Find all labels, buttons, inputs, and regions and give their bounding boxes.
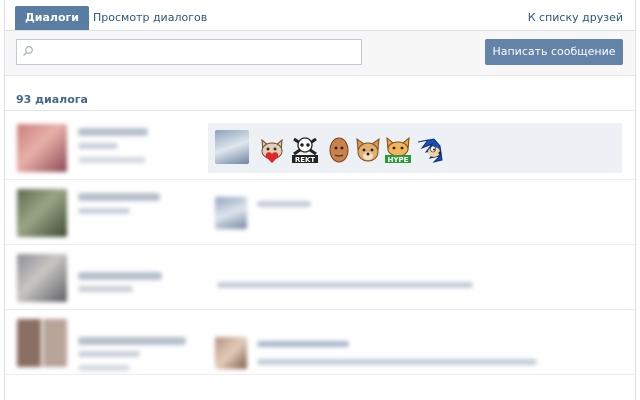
doge-emoji: [356, 137, 380, 162]
dialog-time: [78, 365, 130, 371]
sonic-emoji: [417, 138, 443, 163]
chat-title: [78, 337, 186, 345]
tab-dialogs[interactable]: Диалоги: [15, 6, 89, 30]
cat-love-emoji: [261, 138, 283, 163]
avatar: [17, 124, 67, 172]
svg-text:REKT: REKT: [295, 156, 316, 164]
search-input[interactable]: [39, 43, 354, 61]
write-message-button[interactable]: Написать сообщение: [485, 39, 623, 65]
friends-list-link[interactable]: К списку друзей: [528, 6, 623, 30]
search-icon: [22, 46, 33, 57]
dialogs-panel: Диалоги Просмотр диалогов К списку друзе…: [4, 0, 636, 400]
dialog-count: 93 диалога: [16, 93, 88, 106]
message-preview-text: [217, 282, 473, 288]
message-preview-text: [257, 201, 311, 207]
sender-avatar: [215, 337, 247, 369]
dialog-time: [78, 208, 130, 214]
rekt-skull-emoji: REKT: [292, 137, 318, 164]
sender-avatar: [215, 130, 249, 164]
dialog-row[interactable]: [5, 311, 635, 375]
tab-bar: Диалоги Просмотр диалогов К списку друзе…: [5, 0, 635, 31]
toolbar: Написать сообщение: [5, 31, 635, 76]
sender-avatar: [215, 197, 247, 229]
chat-members: [78, 351, 140, 357]
contact-status: [78, 143, 118, 149]
hype-cat-emoji: HYPE: [385, 136, 411, 164]
sender-name: [257, 341, 349, 347]
dialog-time: [78, 286, 133, 292]
dialog-row[interactable]: REKT HYPE: [5, 116, 635, 180]
svg-text:HYPE: HYPE: [388, 156, 409, 164]
group-avatar: [17, 319, 67, 367]
tab-view-dialogs[interactable]: Просмотр диалогов: [93, 6, 207, 30]
head-emoji: [329, 137, 349, 163]
message-preview-text: [257, 359, 537, 365]
dialog-row[interactable]: [5, 181, 635, 245]
dialog-row[interactable]: [5, 246, 635, 310]
avatar: [17, 254, 67, 302]
search-box[interactable]: [16, 39, 362, 65]
contact-name: [78, 193, 160, 201]
message-preview[interactable]: REKT HYPE: [208, 123, 622, 173]
contact-name: [78, 272, 162, 280]
contact-name: [78, 128, 148, 136]
dialog-time: [78, 157, 146, 163]
avatar: [17, 189, 67, 237]
divider: [5, 110, 635, 111]
